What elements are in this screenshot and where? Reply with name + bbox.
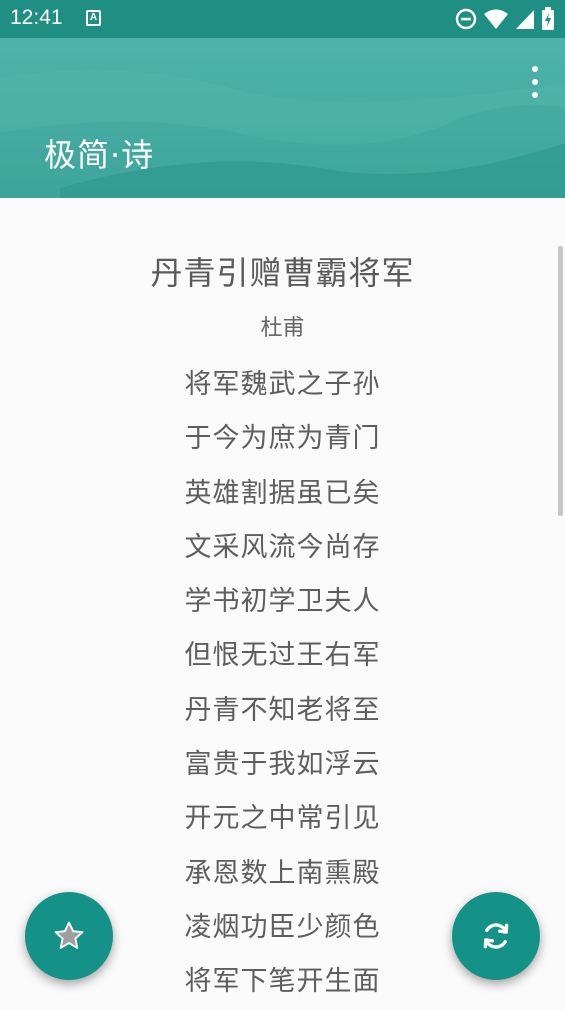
signal-icon — [516, 10, 534, 29]
poem-author: 杜甫 — [260, 316, 305, 341]
refresh-button[interactable] — [452, 892, 540, 980]
poem-line: 丹青不知老将至 — [184, 694, 381, 726]
more-vert-icon[interactable] — [525, 66, 545, 98]
poem-line: 于今为庶为青门 — [184, 423, 381, 455]
poem-line: 开元之中常引见 — [184, 803, 381, 835]
status-bar: 12:41 A — [0, 0, 565, 38]
poem-line: 将军魏武之子孙 — [184, 369, 381, 400]
scrollbar[interactable] — [558, 246, 563, 516]
app-title: 极简·诗 — [44, 136, 155, 174]
notification-a-icon: A — [86, 10, 101, 26]
wifi-icon — [484, 9, 508, 29]
star-icon — [54, 921, 84, 949]
poem-line: 富贵于我如浮云 — [184, 749, 381, 781]
refresh-icon — [483, 923, 509, 949]
poem-line: 学书初学卫夫人 — [184, 586, 381, 618]
app-bar: 极简·诗 — [0, 38, 565, 198]
poem-title: 丹青引赠曹霸将军 — [150, 254, 415, 292]
menu-dot — [532, 79, 538, 85]
poem-line: 承恩数上南熏殿 — [184, 857, 381, 889]
poem-line: 但恨无过王右军 — [184, 640, 381, 672]
status-time: 12:41 — [10, 6, 63, 29]
poem-line: 英雄割据虽已矣 — [184, 477, 381, 509]
menu-dot — [532, 66, 538, 72]
favorite-button[interactable] — [25, 892, 113, 980]
poem-content[interactable]: 丹青引赠曹霸将军 杜甫 将军魏武之子孙 于今为庶为青门 英雄割据虽已矣 文采风流… — [0, 198, 565, 1004]
dnd-icon — [455, 8, 477, 30]
status-icons — [455, 7, 555, 31]
menu-dot — [532, 92, 538, 98]
poem-line: 文采风流今尚存 — [184, 531, 381, 563]
battery-charging-icon — [542, 7, 554, 30]
